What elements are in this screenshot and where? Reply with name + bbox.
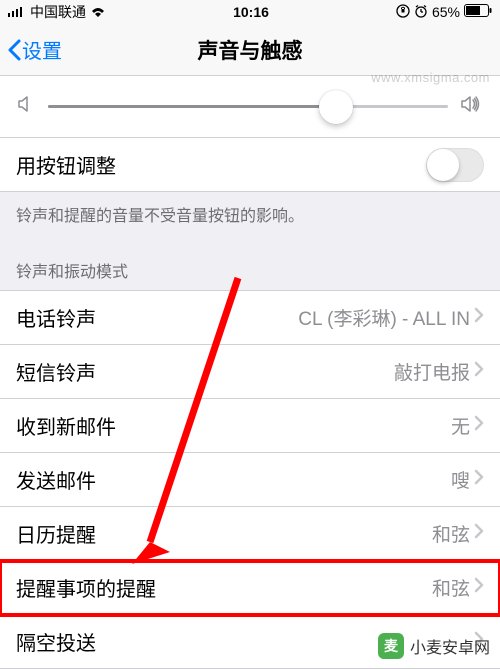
status-time: 10:16 [233,4,269,20]
row-value-wrap: 和弦 [432,520,484,547]
watermark: 麦 小麦安卓网 [378,633,490,659]
volume-slider-row [0,76,500,138]
status-right: 65% [396,4,492,21]
chevron-left-icon [6,38,22,62]
page-title: 声音与触感 [0,35,500,65]
wifi-icon [90,4,106,20]
row-label: 短信铃声 [16,357,96,386]
section-header: 铃声和振动模式 [0,242,500,291]
slider-knob[interactable] [319,90,353,124]
settings-row[interactable]: 收到新邮件 无 [0,399,500,453]
chevron-right-icon [474,361,484,383]
toggle-row-button-adjust[interactable]: 用按钮调整 [0,138,500,192]
carrier-label: 中国联通 [30,2,86,22]
watermark-text: 小麦安卓网 [410,634,490,658]
battery-icon [464,4,492,20]
toggle-switch[interactable] [426,148,484,182]
row-value: 和弦 [432,520,470,547]
settings-row[interactable]: 提醒事项的提醒 和弦 [0,561,500,615]
toggle-knob [427,149,459,181]
volume-low-icon [16,94,36,119]
back-button[interactable]: 设置 [0,35,62,64]
row-label: 收到新邮件 [16,411,116,440]
row-label: 电话铃声 [16,303,96,332]
row-label: 发送邮件 [16,465,96,494]
row-label: 隔空投送 [16,627,96,656]
alarm-icon [414,4,428,21]
settings-row[interactable]: 短信铃声 敲打电报 [0,345,500,399]
battery-percent: 65% [432,4,460,20]
settings-row[interactable]: 电话铃声 CL (李彩琳) - ALL IN [0,291,500,345]
footer-note: 铃声和提醒的音量不受音量按钮的影响。 [0,192,500,242]
signal-icon [8,4,26,20]
chevron-right-icon [474,415,484,437]
row-value-wrap: CL (李彩琳) - ALL IN [298,304,484,331]
status-left: 中国联通 [8,2,106,22]
orientation-lock-icon [396,4,410,21]
row-value-wrap: 和弦 [432,574,484,601]
row-value: 和弦 [432,574,470,601]
row-label: 日历提醒 [16,519,96,548]
slider-fill [48,105,336,108]
row-value-wrap: 敲打电报 [394,358,484,385]
chevron-right-icon [474,577,484,599]
status-bar: 中国联通 10:16 65% [0,0,500,24]
volume-high-icon [460,94,484,119]
row-value: 嗖 [451,466,470,493]
chevron-right-icon [474,469,484,491]
volume-slider[interactable] [48,105,448,108]
row-label: 提醒事项的提醒 [16,573,156,602]
row-value: 无 [451,412,470,439]
toggle-label: 用按钮调整 [16,150,116,179]
watermark-url: www.xmsigma.com [371,70,490,85]
chevron-right-icon [474,523,484,545]
row-value-wrap: 嗖 [451,466,484,493]
row-value: CL (李彩琳) - ALL IN [298,304,470,331]
row-value: 敲打电报 [394,358,470,385]
settings-row[interactable]: 发送邮件 嗖 [0,453,500,507]
row-value-wrap: 无 [451,412,484,439]
watermark-badge: 麦 [378,633,404,659]
chevron-right-icon [474,307,484,329]
nav-bar: 设置 声音与触感 [0,24,500,76]
back-label: 设置 [22,35,62,64]
settings-row[interactable]: 日历提醒 和弦 [0,507,500,561]
